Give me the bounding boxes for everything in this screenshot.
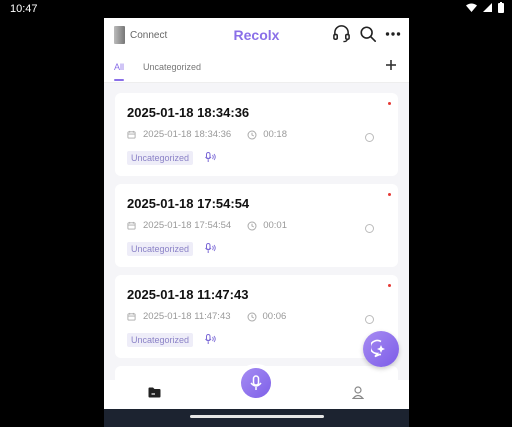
add-icon (386, 60, 396, 70)
recording-meta: 2025-01-18 18:34:36 00:18 (127, 129, 287, 140)
calendar-icon (127, 130, 136, 139)
category-tag[interactable]: Uncategorized (127, 242, 194, 256)
select-radio[interactable] (365, 315, 374, 324)
recording-datetime: 2025-01-18 11:47:43 (143, 311, 231, 322)
header-actions (332, 24, 401, 43)
active-tab-indicator (114, 79, 124, 81)
ai-assistant-icon (371, 339, 385, 358)
clock-icon (247, 221, 257, 230)
recording-duration: 00:06 (262, 311, 287, 322)
tab-all[interactable]: All (114, 62, 124, 72)
battery-icon (498, 2, 504, 13)
calendar-icon (127, 312, 136, 321)
tab-uncategorized[interactable]: Uncategorized (143, 62, 201, 72)
status-time: 10:47 (10, 3, 38, 15)
recording-card[interactable]: 2025-01-18 17:54:54 2025-01-18 17:54:54 … (115, 184, 398, 267)
recording-list: 2025-01-18 18:34:36 2025-01-18 18:34:36 … (115, 93, 398, 386)
unread-dot (388, 284, 391, 287)
clock-icon (247, 312, 257, 321)
recording-card[interactable]: 2025-01-18 11:47:43 2025-01-18 11:47:43 … (115, 275, 398, 358)
more-icon[interactable] (385, 25, 401, 43)
app-window: Connect Recolx All Uncategorized 2025-01… (104, 18, 409, 409)
home-indicator[interactable] (190, 415, 324, 418)
search-icon[interactable] (359, 25, 377, 43)
signal-icon (483, 3, 492, 12)
recording-datetime: 2025-01-18 17:54:54 (143, 220, 232, 231)
status-icons (466, 2, 504, 13)
folder-icon[interactable] (148, 387, 161, 398)
top-bar: Connect Recolx (104, 18, 409, 52)
wifi-icon (466, 3, 477, 12)
gesture-bar (104, 409, 409, 427)
speaker-icon[interactable] (205, 243, 216, 254)
connect-button[interactable]: Connect (114, 26, 167, 44)
recording-duration: 00:18 (263, 129, 287, 140)
mic-icon (250, 375, 262, 390)
calendar-icon (127, 221, 136, 230)
tab-bar: All Uncategorized (104, 52, 409, 83)
category-tag[interactable]: Uncategorized (127, 151, 194, 165)
connect-label: Connect (130, 29, 168, 41)
recording-datetime: 2025-01-18 18:34:36 (143, 129, 232, 140)
speaker-icon[interactable] (205, 152, 216, 163)
category-tag[interactable]: Uncategorized (127, 333, 194, 347)
ai-assistant-button[interactable] (363, 331, 399, 367)
user-icon[interactable] (352, 386, 364, 399)
record-button[interactable] (241, 368, 271, 398)
clock-icon (247, 130, 257, 139)
add-category-button[interactable] (385, 56, 397, 76)
recording-title: 2025-01-18 18:34:36 (127, 105, 250, 120)
unread-dot (388, 102, 391, 105)
device-icon (114, 26, 125, 44)
recording-meta: 2025-01-18 17:54:54 00:01 (127, 220, 287, 231)
speaker-icon[interactable] (205, 334, 216, 345)
unread-dot (388, 193, 391, 196)
recording-meta: 2025-01-18 11:47:43 00:06 (127, 311, 286, 322)
recording-title: 2025-01-18 11:47:43 (127, 287, 249, 302)
select-radio[interactable] (365, 133, 374, 142)
recording-duration: 00:01 (263, 220, 287, 231)
headset-icon[interactable] (332, 24, 351, 43)
recording-title: 2025-01-18 17:54:54 (127, 196, 250, 211)
recording-card[interactable]: 2025-01-18 18:34:36 2025-01-18 18:34:36 … (115, 93, 398, 176)
status-bar: 10:47 (0, 0, 512, 18)
select-radio[interactable] (365, 224, 374, 233)
